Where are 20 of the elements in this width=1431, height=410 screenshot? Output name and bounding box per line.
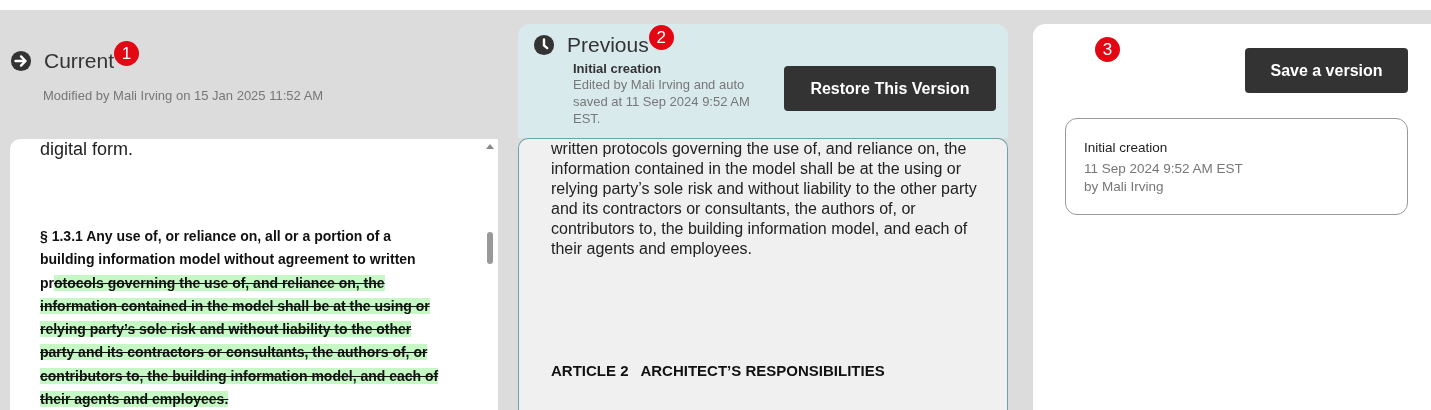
version-date: 11 Sep 2024 9:52 AM EST [1084,160,1244,178]
section-heading: ARTICLE 2 ARCHITECT’S RESPONSIBILITIES [551,362,886,379]
version-card[interactable]: Initial creation 11 Sep 2024 9:52 AM EST by Mali Irving [1065,118,1408,215]
number-badge: 3 [1095,37,1120,62]
version-author: by Mali Irving [1084,178,1165,196]
panel-title: Previous [567,32,649,58]
modified-info: Modified by Mali Irving on 15 Jan 2025 11:52 AM [43,88,325,103]
number-badge: 1 [114,41,140,66]
number-badge: 2 [648,25,674,50]
version-name: Initial creation [573,61,663,76]
document-clause: § 1.3.1 Any use of, or reliance on, all or a portion of a building information model without agreement to written protocols governing the use of, and reliance on, the information contained in the model shall be at the using or relying party’s sole risk and without liability to the other party and its contractors or consultants, the authors of, or contributors to, the building information model, and each of their agents and employees. [40,227,440,410]
clock-icon [533,34,555,56]
arrow-circle-icon [10,50,32,72]
document-text: written protocols governing the use of, and reliance on, the information contained in the model shall be at the using or relying party’s sole risk and without liability to the other party and its contractors or consultants, the authors of, or contributors to, the building information model, and each of their agents and employees. [551,139,978,259]
restore-button[interactable]: Restore This Version [784,66,996,111]
document-text: digital form. [40,139,135,159]
save-version-button[interactable]: Save a version [1245,48,1408,93]
version-details: Edited by Mali Irving and auto saved at 11 Sep 2024 9:52 AM EST. [573,76,751,127]
panel-title: Current [44,48,115,74]
version-name: Initial creation [1084,140,1169,155]
